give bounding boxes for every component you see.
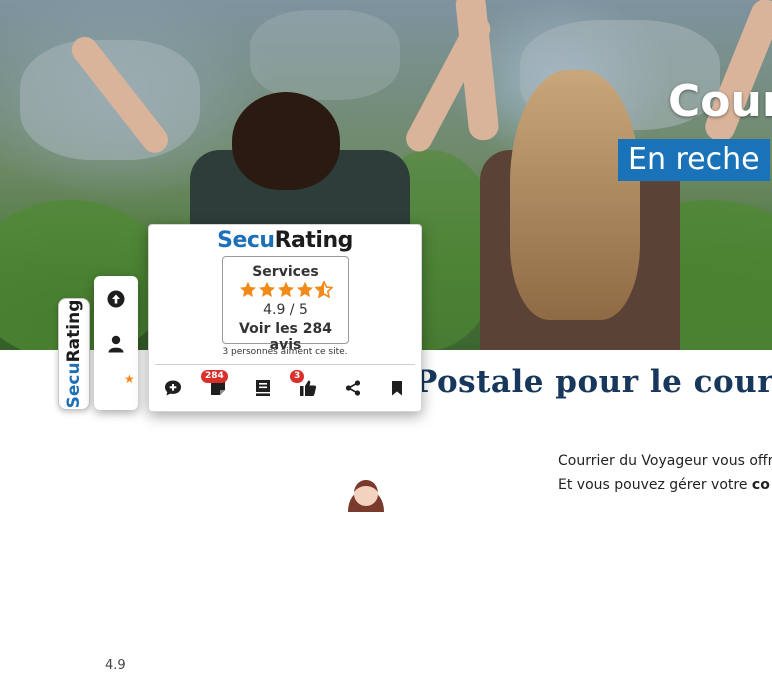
star-full-icon xyxy=(277,281,294,297)
account-button[interactable] xyxy=(94,333,138,355)
illustration-avatar xyxy=(348,480,384,512)
securating-widget-card: SecuRating Services 4.9 / 5 Voir les 284… xyxy=(148,224,422,412)
scroll-top-button[interactable] xyxy=(94,288,138,310)
thumbs-up-icon xyxy=(300,380,317,396)
page-heading: Postale pour le cour xyxy=(414,364,772,400)
securating-tab-logo-part1: Secu xyxy=(64,362,84,409)
category-label: Services xyxy=(252,264,319,280)
hero-title: Cour xyxy=(668,76,772,127)
reviews-count-badge: 284 xyxy=(201,370,228,383)
hero-subtitle: En reche xyxy=(618,139,770,181)
user-icon xyxy=(108,335,124,353)
book-icon xyxy=(256,380,270,396)
star-full-icon xyxy=(239,281,256,297)
securating-tab-logo-part2: Rating xyxy=(64,299,84,363)
bookmark-icon xyxy=(392,381,402,396)
star-full-icon xyxy=(296,281,313,297)
securating-logo-part1: Secu xyxy=(217,228,275,253)
securating-tab-logo: SecuRating xyxy=(64,300,84,409)
star-full-icon xyxy=(258,281,275,297)
arrow-up-circle-icon xyxy=(107,290,125,308)
manage-paragraph-bold: co xyxy=(751,477,770,493)
widget-actions: 284 3 xyxy=(149,365,421,411)
side-rating-star-icon: ★ xyxy=(124,372,135,386)
likes-count-badge: 3 xyxy=(290,370,305,383)
score-text: 4.9 / 5 xyxy=(263,302,308,318)
comment-add-icon xyxy=(165,380,181,396)
bookmark-button[interactable] xyxy=(375,365,419,411)
widget-side-panel: 4.9 xyxy=(94,276,138,673)
intro-paragraph: Courrier du Voyageur vous offr xyxy=(558,453,772,469)
add-comment-button[interactable] xyxy=(151,365,195,411)
securating-logo-part2: Rating xyxy=(274,228,354,253)
star-rating xyxy=(223,281,348,298)
guide-button[interactable] xyxy=(241,365,285,411)
star-half-icon xyxy=(314,281,333,298)
side-rating-value: 4.9 xyxy=(105,658,126,673)
rating-box[interactable]: Services 4.9 / 5 Voir les 284 avis xyxy=(222,256,349,353)
securating-tab[interactable]: SecuRating xyxy=(58,298,90,410)
share-icon xyxy=(345,380,361,396)
share-button[interactable] xyxy=(331,365,375,411)
manage-paragraph-text: Et vous pouvez gérer votre xyxy=(558,477,752,493)
likes-text: 3 personnes aiment ce site. xyxy=(222,347,348,357)
securating-logo[interactable]: SecuRating xyxy=(149,228,421,253)
manage-paragraph: Et vous pouvez gérer votre co xyxy=(558,477,770,493)
